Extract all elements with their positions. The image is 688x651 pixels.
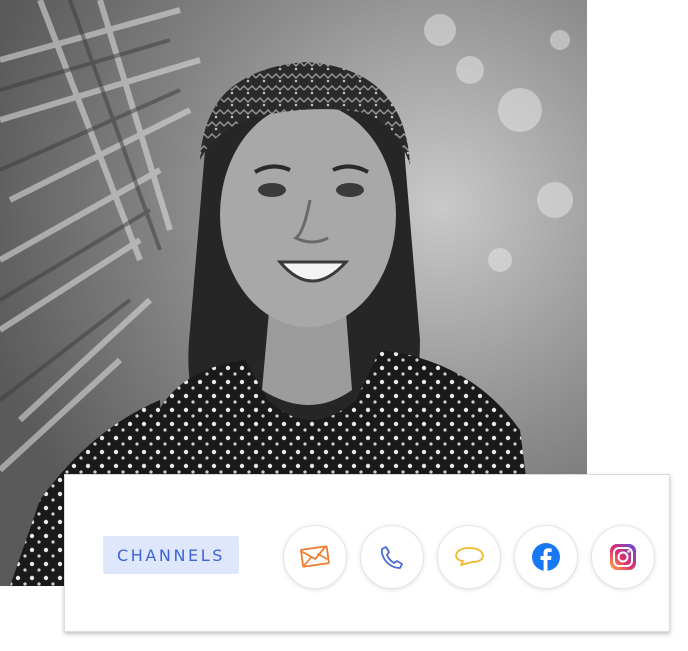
instagram-icon xyxy=(610,544,636,570)
facebook-channel-button[interactable] xyxy=(514,525,578,589)
phone-channel-button[interactable] xyxy=(360,525,424,589)
facebook-icon xyxy=(532,543,560,571)
channel-list xyxy=(283,525,655,589)
chat-channel-button[interactable] xyxy=(437,525,501,589)
email-channel-button[interactable] xyxy=(283,525,347,589)
channels-badge: CHANNELS xyxy=(103,536,239,574)
channels-card: CHANNELS xyxy=(64,474,670,632)
chat-bubble-icon xyxy=(455,547,484,566)
email-icon xyxy=(300,545,330,568)
instagram-channel-button[interactable] xyxy=(591,525,655,589)
phone-icon xyxy=(380,546,403,569)
